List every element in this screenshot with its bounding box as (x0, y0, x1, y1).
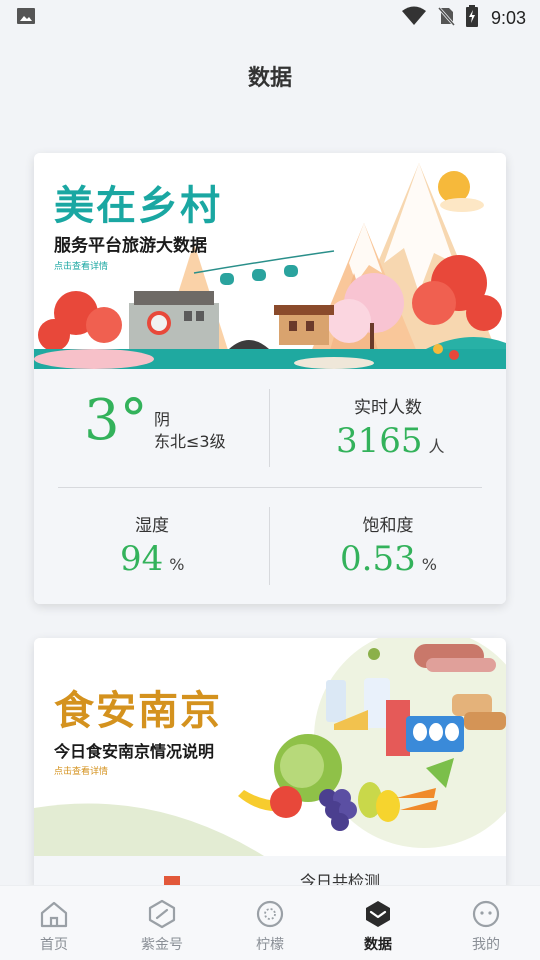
tourism-banner-subtitle: 服务平台旅游大数据 (54, 236, 207, 256)
tab-zijinhao-label: 紫金号 (141, 937, 183, 953)
page-title: 数据 (247, 66, 292, 91)
status-bar: 9:03 (0, 0, 540, 36)
data-cube-icon (366, 901, 390, 927)
wind-info: 东北≤3级 (154, 432, 226, 451)
tourism-data-card[interactable]: 美在乡村 服务平台旅游大数据 点击查看详情 3° 阴 东北≤3级 实时人数 31… (34, 153, 506, 604)
tab-data-label: 数据 (364, 937, 392, 953)
wifi-icon (401, 6, 427, 30)
tab-lemon[interactable]: 柠檬 (216, 886, 324, 960)
saturation-label: 饱和度 (362, 516, 414, 536)
tab-lemon-label: 柠檬 (256, 937, 284, 953)
weather-condition: 阴 (154, 410, 171, 429)
tab-mine-label: 我的 (472, 937, 500, 953)
battery-charging-icon (465, 5, 479, 31)
visitors-stat: 3165 人 (336, 421, 445, 461)
saturation-unit: % (421, 555, 437, 574)
weather-info: 阴 东北≤3级 (154, 409, 226, 453)
food-banner-link[interactable]: 点击查看详情 (54, 764, 108, 777)
food-banner-subtitle: 今日食安南京情况说明 (54, 742, 215, 761)
no-sim-icon (437, 6, 456, 30)
humidity-stat: 94% (120, 539, 184, 579)
humidity-value: 94 (120, 539, 164, 579)
tab-home-label: 首页 (40, 937, 68, 953)
stats-divider-horizontal (58, 487, 482, 488)
visitors-unit: 人 (428, 437, 445, 456)
tourism-banner-title: 美在乡村 (54, 183, 222, 229)
lemon-icon (256, 900, 284, 928)
food-banner-title: 食安南京 (54, 688, 222, 734)
temperature-value: 3° (84, 388, 148, 453)
food-safety-card[interactable]: 食安南京 今日食安南京情况说明 点击查看详情 今日共检测 (34, 638, 506, 890)
tourism-banner[interactable]: 美在乡村 服务平台旅游大数据 点击查看详情 (34, 153, 506, 369)
tab-mine[interactable]: 我的 (432, 886, 540, 960)
tourism-banner-link[interactable]: 点击查看详情 (54, 259, 108, 272)
saturation-stat: 0.53% (340, 539, 437, 579)
visitors-label: 实时人数 (354, 398, 422, 418)
gallery-notification-icon (16, 6, 36, 30)
tab-zijinhao[interactable]: 紫金号 (108, 886, 216, 960)
tab-home[interactable]: 首页 (0, 886, 108, 960)
hexagon-icon (148, 899, 176, 929)
tab-data[interactable]: 数据 (324, 886, 432, 960)
home-icon (40, 901, 68, 928)
food-safety-banner[interactable]: 食安南京 今日食安南京情况说明 点击查看详情 (34, 638, 506, 856)
bottom-tab-bar: 首页 紫金号 柠檬 数据 我的 (0, 885, 540, 960)
humidity-label: 湿度 (135, 516, 169, 536)
saturation-value: 0.53 (340, 539, 416, 579)
visitors-value: 3165 (336, 421, 423, 461)
status-time: 9:03 (490, 7, 526, 28)
humidity-unit: % (169, 555, 185, 574)
face-icon (472, 900, 500, 928)
tourism-stats-panel: 3° 阴 东北≤3级 实时人数 3165 人 湿度 94% 饱和度 0.53% (34, 369, 506, 604)
